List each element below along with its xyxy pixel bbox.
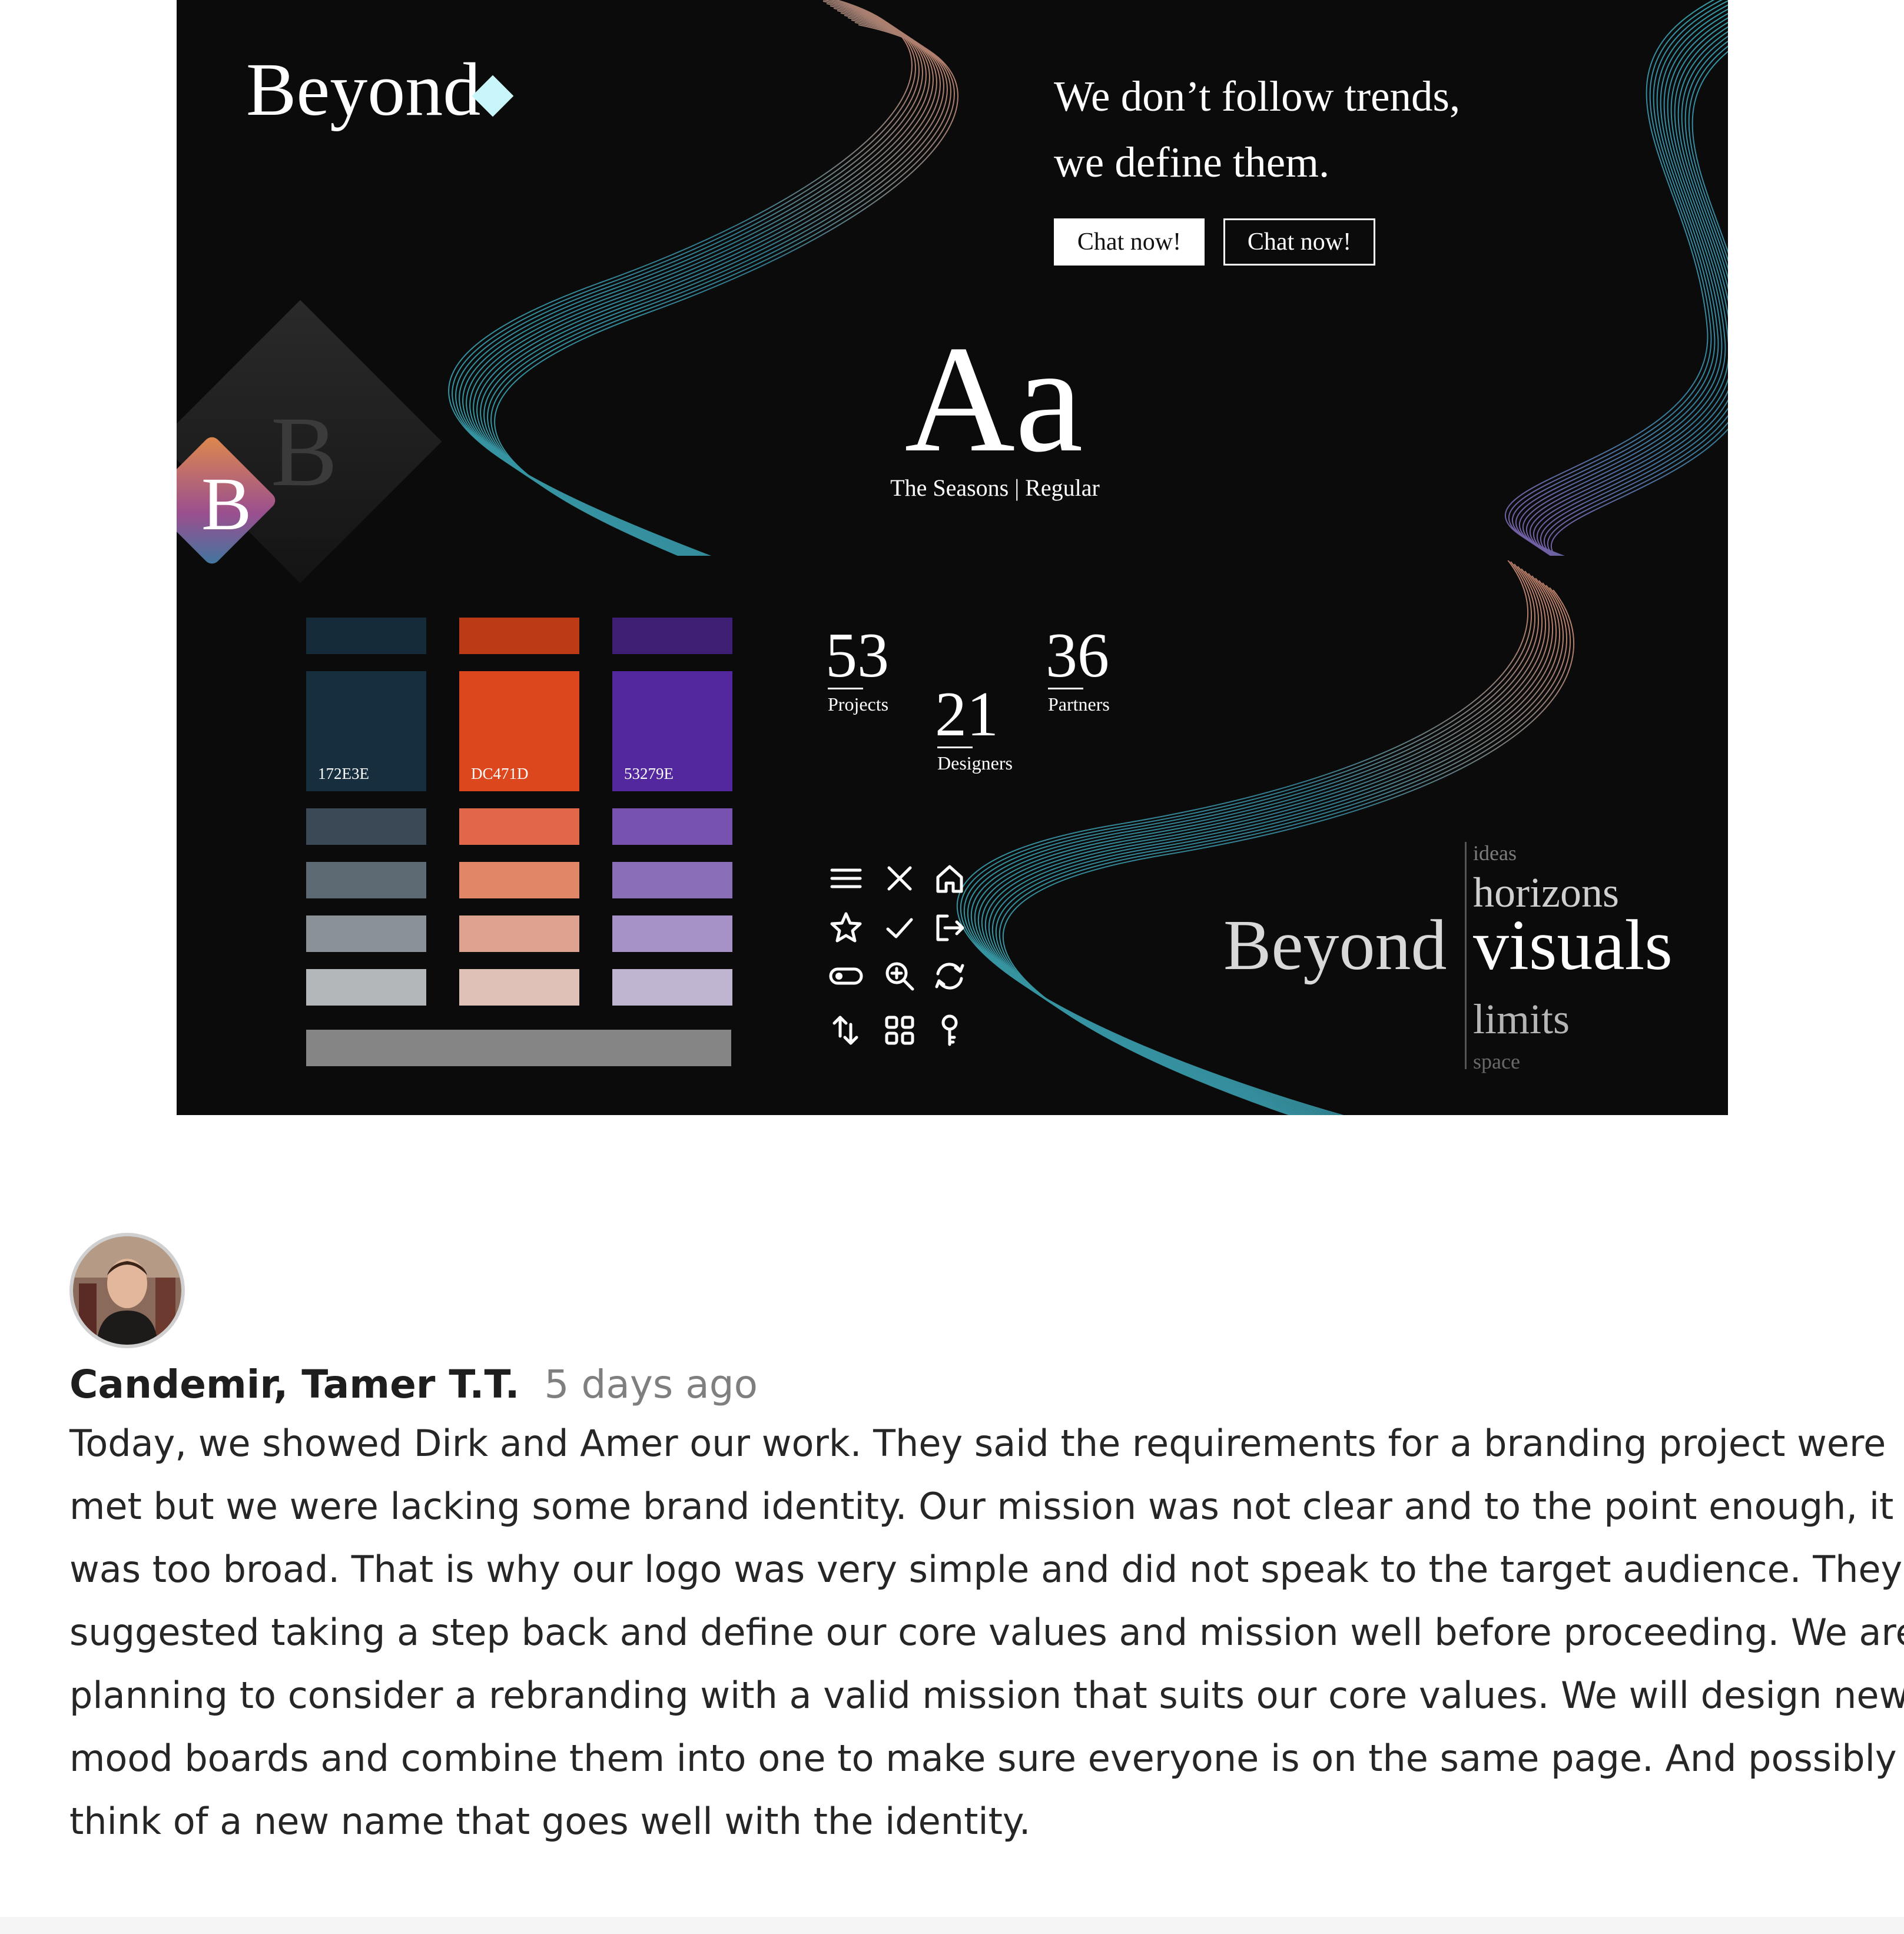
star-icon [830,912,862,943]
check-icon [886,918,913,938]
word-cluster-word: limits [1473,996,1570,1043]
stat-underline [937,747,973,748]
color-swatch-shade [306,969,426,1006]
logout-icon [936,914,964,941]
color-swatch-main: DC471D [459,671,579,791]
zoom-in-icon [885,962,914,991]
logo-letter: B [201,462,252,546]
ribbon-line [448,0,913,556]
avatar-photo [73,1236,181,1345]
word-cluster-divider [1465,842,1467,1069]
color-swatch-shade [459,915,579,952]
refresh-icon [935,963,964,990]
chat-now-outline-button[interactable]: Chat now! [1223,218,1375,266]
color-swatch-shade [306,915,426,952]
logo-shadow-letter: B [271,396,338,507]
color-swatch-dark [612,618,732,654]
close-icon [887,866,912,891]
comment-line: was too broad. That is why our logo was … [69,1548,1903,1591]
avatar[interactable] [69,1233,185,1348]
comment-line: suggested taking a step back and define … [69,1611,1904,1654]
stat-underline [1048,688,1083,689]
ribbon-line [452,0,916,556]
color-swatch-shade [459,808,579,845]
ribbon-line [469,8,934,556]
color-swatch-shade [306,862,426,898]
stat-number: 36 [1046,621,1109,691]
word-cluster-word: space [1473,1050,1520,1073]
color-swatch-dark [306,618,426,654]
stat-label: Designers [937,752,1013,774]
ribbon-line [473,10,937,556]
color-swatch-main: 172E3E [306,671,426,791]
color-swatch-dark [459,618,579,654]
key-icon [941,1014,958,1046]
comment-line: mood boards and combine them into one to… [69,1737,1897,1780]
comment-line: met but we were lacking some brand ident… [69,1485,1894,1528]
comment-line: think of a new name that goes well with … [69,1800,1031,1843]
typeface-sample: Aa [904,314,1083,484]
color-swatch-shade [612,862,732,898]
color-swatch-shade [612,915,732,952]
comment-line: Today, we showed Dirk and Amer our work.… [69,1422,1886,1465]
stat-underline [828,688,863,689]
color-swatch-shade [306,808,426,845]
stat-number: 21 [935,679,999,749]
menu-icon [830,868,862,888]
neutral-swatch [306,1030,731,1066]
stat-label: Projects [828,694,889,715]
color-swatch-shade [612,969,732,1006]
stat-number: 53 [825,621,889,691]
typeface-name: The Seasons | Regular [890,475,1100,501]
comment-author[interactable]: Candemir, Tamer T.T. [69,1362,520,1407]
moodboard-image: B B Beyond We don’t follow trends, we de… [177,0,1728,1115]
toggle-icon [829,967,863,985]
bottom-divider [0,1917,1904,1934]
color-swatch-shade [612,808,732,845]
color-hex-label: 53279E [624,765,674,782]
grid-icon [885,1016,914,1045]
word-cluster-main: Beyond [1223,905,1447,985]
tagline: We don’t follow trends, we define them. [1054,64,1584,195]
tagline-line: we define them. [1054,138,1330,186]
word-cluster-word: visuals [1473,905,1673,985]
brand-title: Beyond [246,48,481,131]
color-hex-label: DC471D [471,765,529,782]
home-icon [936,865,963,893]
comment-timestamp: 5 days ago [544,1361,758,1407]
comment-meta: Candemir, Tamer T.T. 5 days ago [69,1358,758,1411]
sort-icon [832,1016,858,1045]
color-hex-label: 172E3E [318,765,369,782]
tagline-line: We don’t follow trends, [1054,72,1461,120]
color-swatch-shade [459,862,579,898]
comment-line: planning to consider a rebranding with a… [69,1674,1904,1717]
chat-now-button[interactable]: Chat now! [1054,218,1205,266]
stat-label: Partners [1048,694,1110,715]
color-swatch-main: 53279E [612,671,732,791]
comment-body: Today, we showed Dirk and Amer our work.… [69,1412,1904,1853]
color-swatch-shade [459,969,579,1006]
word-cluster-word: ideas [1473,841,1517,865]
